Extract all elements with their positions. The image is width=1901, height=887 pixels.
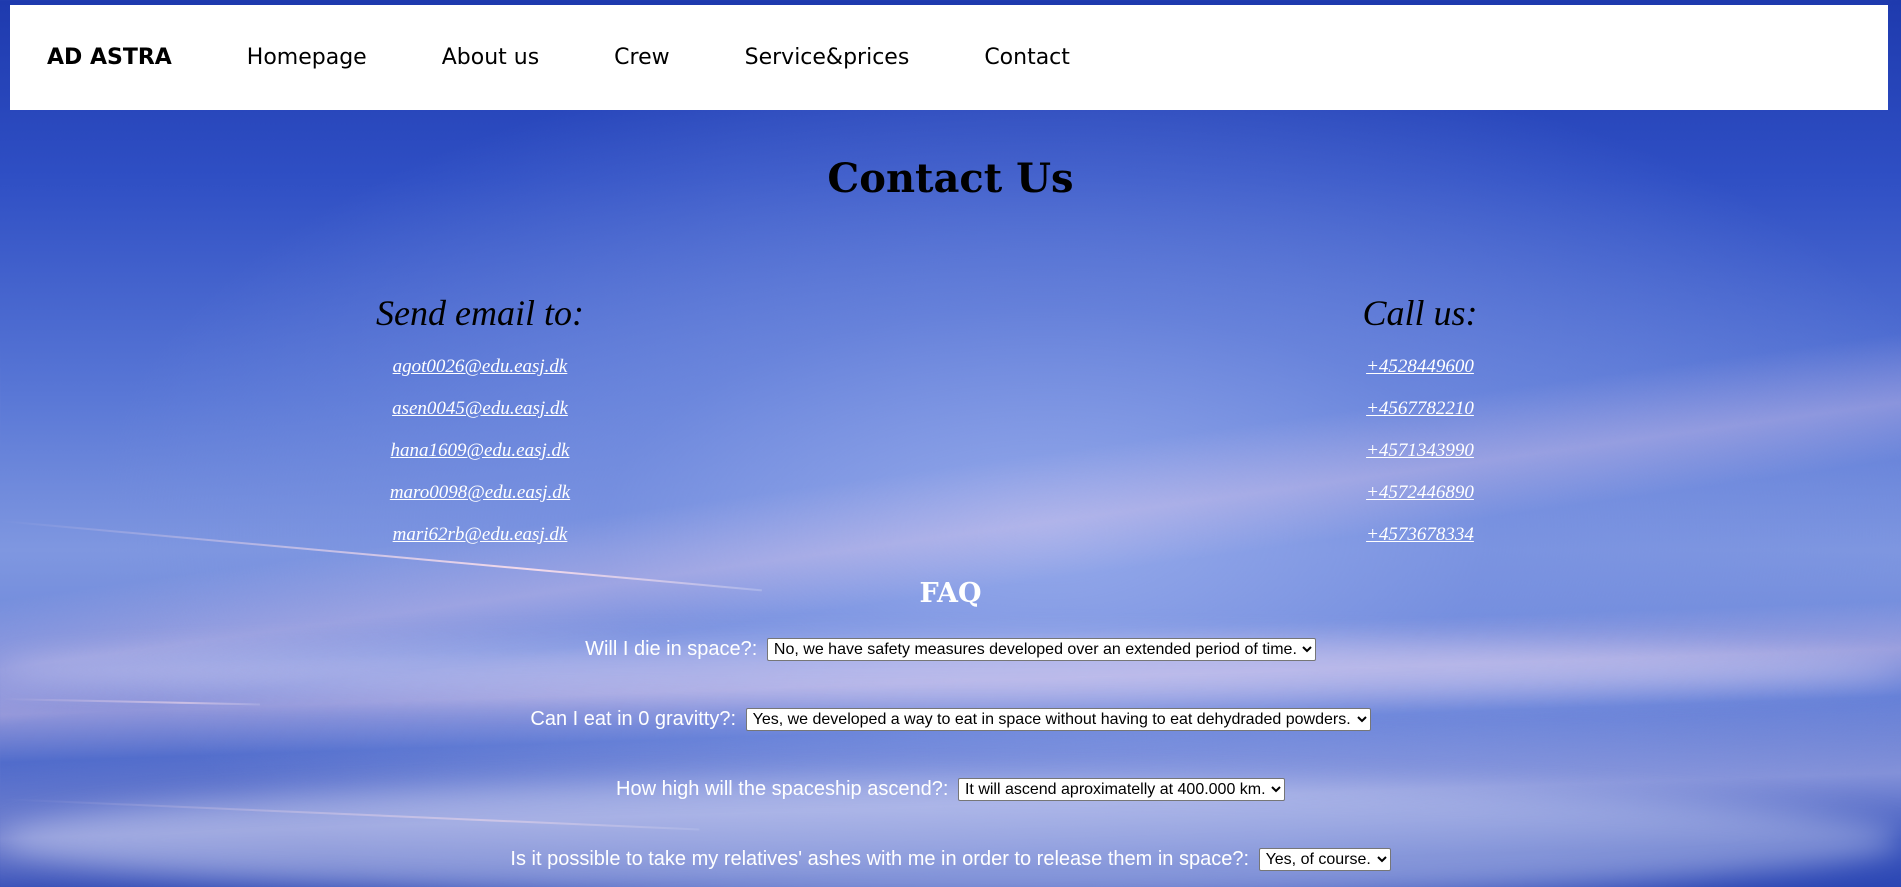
brand-logo[interactable]: AD ASTRA (47, 45, 172, 70)
phone-heading: Call us: (1362, 293, 1478, 333)
faq-item: Is it possible to take my relatives' ash… (0, 848, 1901, 872)
faq-title: FAQ (919, 578, 982, 609)
faq-answer-select[interactable]: Yes, of course. (1258, 848, 1391, 872)
nav-link-service-prices[interactable]: Service&prices (745, 45, 910, 70)
email-link[interactable]: maro0098@edu.easj.dk (340, 472, 620, 514)
phone-section: Call us: +4528449600 +4567782210 +457134… (1290, 290, 1550, 556)
faq-answer-select[interactable]: It will ascend aproximatelly at 400.000 … (957, 778, 1285, 802)
faq-item: Can I eat in 0 gravitty?: Yes, we develo… (0, 708, 1901, 732)
email-link[interactable]: mari62rb@edu.easj.dk (340, 514, 620, 556)
top-navbar: AD ASTRA Homepage About us Crew Service&… (10, 5, 1888, 110)
phone-link[interactable]: +4571343990 (1290, 430, 1550, 472)
faq-answer-select[interactable]: No, we have safety measures developed ov… (766, 638, 1316, 662)
email-link[interactable]: hana1609@edu.easj.dk (340, 430, 620, 472)
faq-item: Will I die in space?: No, we have safety… (0, 638, 1901, 662)
faq-item: How high will the spaceship ascend?: It … (0, 778, 1901, 802)
email-section: Send email to: agot0026@edu.easj.dk asen… (340, 290, 620, 556)
email-heading: Send email to: (376, 293, 584, 333)
faq-question: Is it possible to take my relatives' ash… (510, 848, 1250, 870)
phone-link[interactable]: +4567782210 (1290, 388, 1550, 430)
faq-answer-select[interactable]: Yes, we developed a way to eat in space … (745, 708, 1371, 732)
phone-link[interactable]: +4528449600 (1290, 346, 1550, 388)
phone-link[interactable]: +4572446890 (1290, 472, 1550, 514)
nav-link-contact[interactable]: Contact (984, 45, 1070, 70)
nav-link-about-us[interactable]: About us (442, 45, 539, 70)
nav-link-homepage[interactable]: Homepage (247, 45, 367, 70)
email-link[interactable]: agot0026@edu.easj.dk (340, 346, 620, 388)
airplane-trail-decoration (0, 698, 260, 706)
email-link[interactable]: asen0045@edu.easj.dk (340, 388, 620, 430)
phone-link[interactable]: +4573678334 (1290, 514, 1550, 556)
faq-question: Can I eat in 0 gravitty?: (530, 708, 737, 730)
page-title: Contact Us (827, 155, 1074, 202)
nav-link-crew[interactable]: Crew (614, 45, 669, 70)
faq-question: How high will the spaceship ascend?: (616, 778, 949, 800)
faq-question: Will I die in space?: (585, 638, 758, 660)
